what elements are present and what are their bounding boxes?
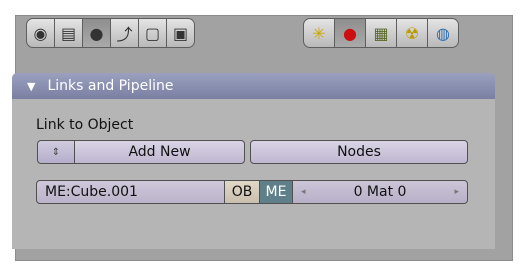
world-glyph: ◍ bbox=[436, 23, 450, 43]
script-glyph: ▤ bbox=[60, 23, 77, 43]
collapse-triangle-icon[interactable]: ▼ bbox=[27, 80, 35, 93]
toolbar-right-group: ✳ ● ▦ ☢ ◍ bbox=[303, 18, 459, 48]
lamp-icon[interactable]: ✳ bbox=[303, 18, 335, 48]
decrement-arrow-icon[interactable]: ◂ bbox=[301, 187, 306, 197]
editing-icon[interactable]: ▢ bbox=[138, 18, 167, 48]
nodes-button[interactable]: Nodes bbox=[250, 140, 468, 164]
material-glyph: ● bbox=[343, 23, 357, 43]
world-icon[interactable]: ◍ bbox=[427, 18, 459, 48]
scene-icon[interactable]: ▣ bbox=[166, 18, 195, 48]
link-to-object-label: Link to Object bbox=[36, 117, 134, 133]
increment-arrow-icon[interactable]: ▸ bbox=[454, 187, 459, 197]
script-icon[interactable]: ▤ bbox=[54, 18, 83, 48]
ob-toggle[interactable]: OB bbox=[224, 180, 260, 204]
shading-icon[interactable]: ● bbox=[82, 18, 111, 48]
me-toggle[interactable]: ME bbox=[259, 180, 293, 204]
texture-glyph: ▦ bbox=[373, 23, 389, 43]
scene-glyph: ▣ bbox=[172, 23, 189, 43]
material-index-field[interactable]: ◂ 0 Mat 0 ▸ bbox=[292, 180, 468, 204]
logic-glyph: ◉ bbox=[33, 23, 48, 43]
browse-material-button[interactable]: ⇕ bbox=[37, 140, 75, 164]
radiosity-icon[interactable]: ☢ bbox=[396, 18, 428, 48]
radiosity-glyph: ☢ bbox=[404, 23, 420, 43]
material-icon[interactable]: ● bbox=[334, 18, 366, 48]
shading-glyph: ● bbox=[89, 23, 104, 43]
toolbar-left-group: ◉ ▤ ● ⤴ ▢ ▣ bbox=[26, 18, 195, 48]
logic-icon[interactable]: ◉ bbox=[26, 18, 55, 48]
object-glyph: ⤴ bbox=[116, 25, 133, 44]
editing-glyph: ▢ bbox=[144, 23, 161, 43]
add-new-button[interactable]: Add New bbox=[74, 140, 245, 164]
mesh-name-field[interactable]: ME:Cube.001 bbox=[36, 180, 225, 204]
texture-icon[interactable]: ▦ bbox=[365, 18, 397, 48]
panel-title: Links and Pipeline bbox=[47, 78, 174, 94]
object-icon[interactable]: ⤴ bbox=[110, 18, 139, 48]
lamp-glyph: ✳ bbox=[312, 23, 326, 43]
panel-header-links-and-pipeline[interactable]: ▼ Links and Pipeline bbox=[12, 73, 495, 99]
context-toolbar: ◉ ▤ ● ⤴ ▢ ▣ ✳ ● ▦ ☢ ◍ bbox=[10, 18, 490, 52]
updown-arrows-icon: ⇕ bbox=[51, 146, 61, 158]
material-index-value: 0 Mat 0 bbox=[353, 184, 407, 200]
